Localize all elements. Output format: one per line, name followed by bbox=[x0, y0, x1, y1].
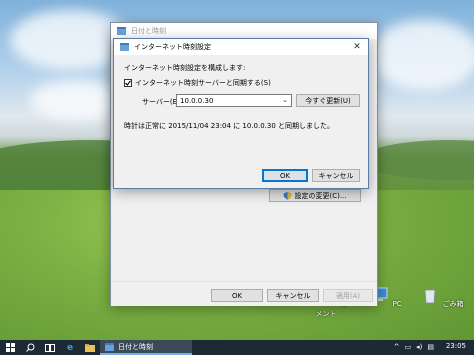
dialog-heading: インターネット時刻設定を構成します: bbox=[124, 64, 246, 72]
window-title: 日付と時刻 bbox=[131, 27, 166, 35]
main-ok-button[interactable]: OK bbox=[211, 289, 263, 302]
cloud bbox=[30, 80, 120, 120]
main-cancel-button[interactable]: キャンセル bbox=[267, 289, 319, 302]
check-icon bbox=[125, 80, 131, 86]
main-button-bar: OK キャンセル 適用(A) bbox=[111, 281, 377, 306]
network-icon[interactable]: ▭ bbox=[405, 343, 412, 351]
change-settings-label: 設定の変更(C)... bbox=[294, 191, 347, 200]
apply-label: 適用(A) bbox=[335, 291, 361, 300]
sync-status-text: 時計は正常に 2015/11/04 23:04 に 10.0.0.30 と同期し… bbox=[124, 122, 335, 130]
internet-time-dialog[interactable]: インターネット時刻設定 ✕ インターネット時刻設定を構成します: インターネット… bbox=[113, 38, 369, 189]
system-tray: ^ ▭ ◂) ▤ bbox=[394, 343, 434, 351]
start-button[interactable] bbox=[0, 340, 20, 355]
chevron-down-icon: ⌄ bbox=[282, 96, 288, 104]
update-now-label: 今すぐ更新(U) bbox=[305, 96, 351, 105]
update-now-button[interactable]: 今すぐ更新(U) bbox=[296, 94, 360, 107]
main-apply-button[interactable]: 適用(A) bbox=[323, 289, 373, 302]
close-icon: ✕ bbox=[353, 42, 361, 52]
taskbar-clock[interactable]: 23:05 bbox=[446, 342, 466, 350]
chevron-up-icon[interactable]: ^ bbox=[394, 343, 400, 351]
close-button[interactable]: ✕ bbox=[346, 39, 368, 55]
sync-checkbox[interactable] bbox=[124, 79, 132, 87]
cloud bbox=[370, 20, 474, 90]
edge-button[interactable]: e bbox=[60, 340, 80, 355]
task-view-icon bbox=[45, 343, 55, 352]
sync-checkbox-label: インターネット時刻サーバーと同期する(S) bbox=[135, 79, 271, 87]
server-value: 10.0.0.30 bbox=[180, 96, 214, 105]
change-settings-button[interactable]: 設定の変更(C)... bbox=[269, 189, 361, 202]
search-button[interactable] bbox=[20, 340, 40, 355]
dialog-cancel-button[interactable]: キャンセル bbox=[312, 169, 360, 182]
ok-label: OK bbox=[231, 291, 243, 300]
cancel-label: キャンセル bbox=[275, 291, 311, 300]
dialog-ok-button[interactable]: OK bbox=[262, 169, 308, 182]
search-icon bbox=[25, 343, 34, 352]
desktop-icon-label: ごみ箱 bbox=[442, 300, 464, 308]
dialog-titlebar[interactable]: インターネット時刻設定 ✕ bbox=[114, 39, 368, 55]
desktop-icon-recycle-bin[interactable]: ごみ箱 bbox=[420, 286, 464, 309]
volume-icon[interactable]: ◂) bbox=[416, 343, 422, 351]
server-combobox[interactable]: 10.0.0.30 ⌄ bbox=[176, 94, 292, 107]
cancel-label: キャンセル bbox=[318, 171, 354, 180]
task-view-button[interactable] bbox=[40, 340, 60, 355]
sync-checkbox-row[interactable]: インターネット時刻サーバーと同期する(S) bbox=[124, 78, 271, 88]
clock-app-icon bbox=[105, 342, 114, 351]
desktop-icon-label: PC bbox=[392, 300, 402, 308]
taskbar: e 日付と時刻 ^ ▭ ◂) ▤ 23:05 bbox=[0, 340, 474, 355]
taskbar-app-label: 日付と時刻 bbox=[118, 342, 153, 351]
folder-icon bbox=[85, 343, 95, 352]
shield-icon bbox=[283, 191, 292, 200]
explorer-button[interactable] bbox=[80, 340, 100, 355]
notification-icon[interactable]: ▤ bbox=[427, 343, 434, 351]
ok-label: OK bbox=[279, 171, 291, 180]
windows-logo-icon bbox=[5, 343, 15, 352]
edge-icon: e bbox=[66, 342, 74, 353]
recycle-bin-icon bbox=[424, 289, 436, 304]
taskbar-app-date-time[interactable]: 日付と時刻 bbox=[100, 340, 192, 355]
dialog-title: インターネット時刻設定 bbox=[134, 43, 211, 51]
clock-app-icon bbox=[120, 43, 129, 51]
date-time-titlebar[interactable]: 日付と時刻 bbox=[111, 23, 377, 39]
clock-app-icon bbox=[117, 27, 126, 35]
